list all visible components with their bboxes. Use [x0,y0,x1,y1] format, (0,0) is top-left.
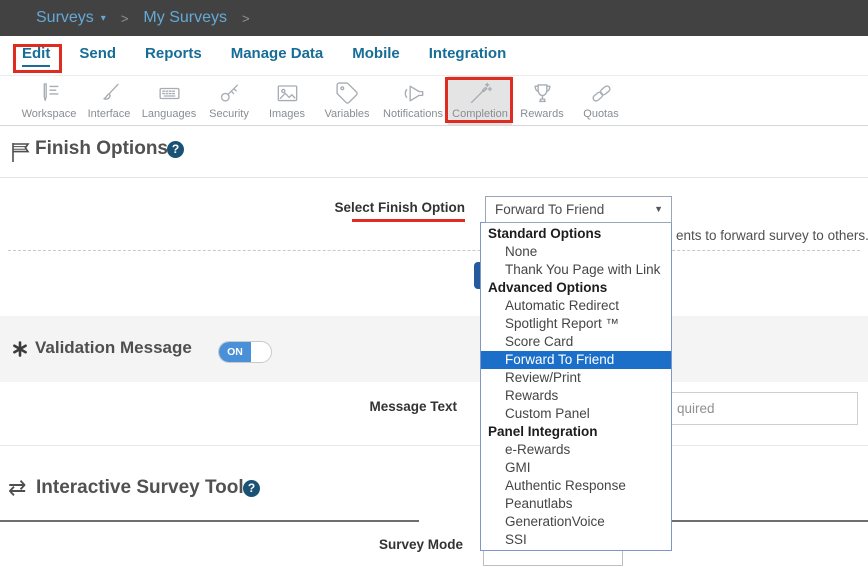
message-text-value: quired [677,401,715,416]
finish-option-select[interactable]: Forward To Friend ▼ [485,196,672,223]
dropdown-option-none[interactable]: None [481,243,671,261]
menu-tab-integration[interactable]: Integration [429,45,507,67]
languages-icon [157,80,182,106]
toolbar-item-quotas[interactable]: Quotas [572,76,630,125]
finish-option-dropdown-list: Standard OptionsNoneThank You Page with … [480,222,672,551]
dropdown-option-score-card[interactable]: Score Card [481,333,671,351]
dropdown-option-authentic-response[interactable]: Authentic Response [481,477,671,495]
dropdown-option-automatic-redirect[interactable]: Automatic Redirect [481,297,671,315]
dropdown-group-standard-options: Standard Options [481,225,671,243]
dropdown-option-review-print[interactable]: Review/Print [481,369,671,387]
breadcrumb-item-surveys[interactable]: Surveys [36,9,94,27]
dropdown-group-advanced-options: Advanced Options [481,279,671,297]
survey-mode-label: Survey Mode [330,537,463,552]
toolbar-item-label: Interface [88,108,131,120]
notifications-icon [401,80,426,106]
select-caret-down-icon: ▼ [654,197,663,222]
divider [0,445,868,446]
forward-note-text: ents to forward survey to others. ? [676,228,868,247]
dropdown-option-generationvoice[interactable]: GenerationVoice [481,513,671,531]
toolbar-item-workspace[interactable]: Workspace [18,76,80,125]
completion-icon [468,80,493,106]
breadcrumb-item-my-surveys[interactable]: My Surveys [143,9,227,27]
toolbar-item-interface[interactable]: Interface [80,76,138,125]
annotation-underline-select-finish-option [352,219,465,222]
toolbar-item-label: Completion [452,108,508,120]
dropdown-option-peanutlabs[interactable]: Peanutlabs [481,495,671,513]
toolbar-item-notifications[interactable]: Notifications [378,76,448,125]
section-divider-left [0,520,419,522]
dropdown-option-custom-panel[interactable]: Custom Panel [481,405,671,423]
images-icon [275,80,300,106]
menu-tab-mobile[interactable]: Mobile [352,45,400,67]
finish-options-title: Finish Options [35,138,168,160]
edit-toolbar: Workspace Interface Languages Security Image… [0,76,868,126]
chevron-right-icon: > [242,11,250,26]
message-text-label: Message Text [330,399,457,414]
menu-tab-send[interactable]: Send [79,45,116,67]
dropdown-group-panel-integration: Panel Integration [481,423,671,441]
main-menu: Edit Send Reports Manage Data Mobile Integrat… [0,36,868,76]
finish-options-help-icon[interactable]: ? [167,141,184,158]
dropdown-option-gmi[interactable]: GMI [481,459,671,477]
dropdown-option-spotlight-report[interactable]: Spotlight Report ™ [481,315,671,333]
finish-flag-icon [9,140,33,169]
menu-tab-manage-data[interactable]: Manage Data [231,45,324,67]
toolbar-item-rewards[interactable]: Rewards [512,76,572,125]
toolbar-item-completion[interactable]: Completion [448,76,512,125]
breadcrumb: Surveys ▾ > My Surveys > [0,0,868,36]
quotas-icon [589,80,614,106]
validation-message-toggle[interactable]: ON [218,341,272,363]
toolbar-item-label: Quotas [583,108,618,120]
select-finish-option-label: Select Finish Option [330,200,465,215]
chevron-right-icon: > [121,11,129,26]
toolbar-item-label: Variables [324,108,369,120]
toolbar-item-security[interactable]: Security [200,76,258,125]
dropdown-option-rewards[interactable]: Rewards [481,387,671,405]
rewards-icon [530,80,555,106]
toggle-on-label: ON [219,342,251,362]
toolbar-item-label: Images [269,108,305,120]
menu-tab-edit[interactable]: Edit [22,45,50,67]
toolbar-item-label: Security [209,108,249,120]
security-icon [217,80,242,106]
swap-arrows-icon: ⇄ [8,475,26,501]
asterisk-icon [12,341,28,362]
interactive-survey-tools-title: Interactive Survey Tools [36,477,254,499]
divider [0,177,868,178]
toolbar-item-languages[interactable]: Languages [138,76,200,125]
toolbar-item-label: Notifications [383,108,443,120]
toolbar-item-variables[interactable]: Variables [316,76,378,125]
toolbar-item-label: Workspace [22,108,77,120]
dropdown-option-forward-to-friend[interactable]: Forward To Friend [481,351,671,369]
survey-app-window: Surveys ▾ > My Surveys > Edit Send Reports Mana… [0,0,868,567]
variables-icon [335,80,360,106]
validation-message-title: Validation Message [35,338,192,358]
toolbar-item-label: Rewards [520,108,563,120]
dropdown-option-ssi[interactable]: SSI [481,531,671,549]
workspace-icon [37,80,62,106]
dropdown-option-e-rewards[interactable]: e-Rewards [481,441,671,459]
caret-down-icon[interactable]: ▾ [101,13,106,24]
toolbar-item-images[interactable]: Images [258,76,316,125]
dropdown-option-thank-you-page-with-link[interactable]: Thank You Page with Link [481,261,671,279]
toolbar-item-label: Languages [142,108,196,120]
interactive-tools-help-icon[interactable]: ? [243,480,260,497]
dashed-divider [8,250,860,251]
interface-icon [97,80,122,106]
finish-option-selected-value: Forward To Friend [495,202,604,217]
menu-tab-reports[interactable]: Reports [145,45,202,67]
